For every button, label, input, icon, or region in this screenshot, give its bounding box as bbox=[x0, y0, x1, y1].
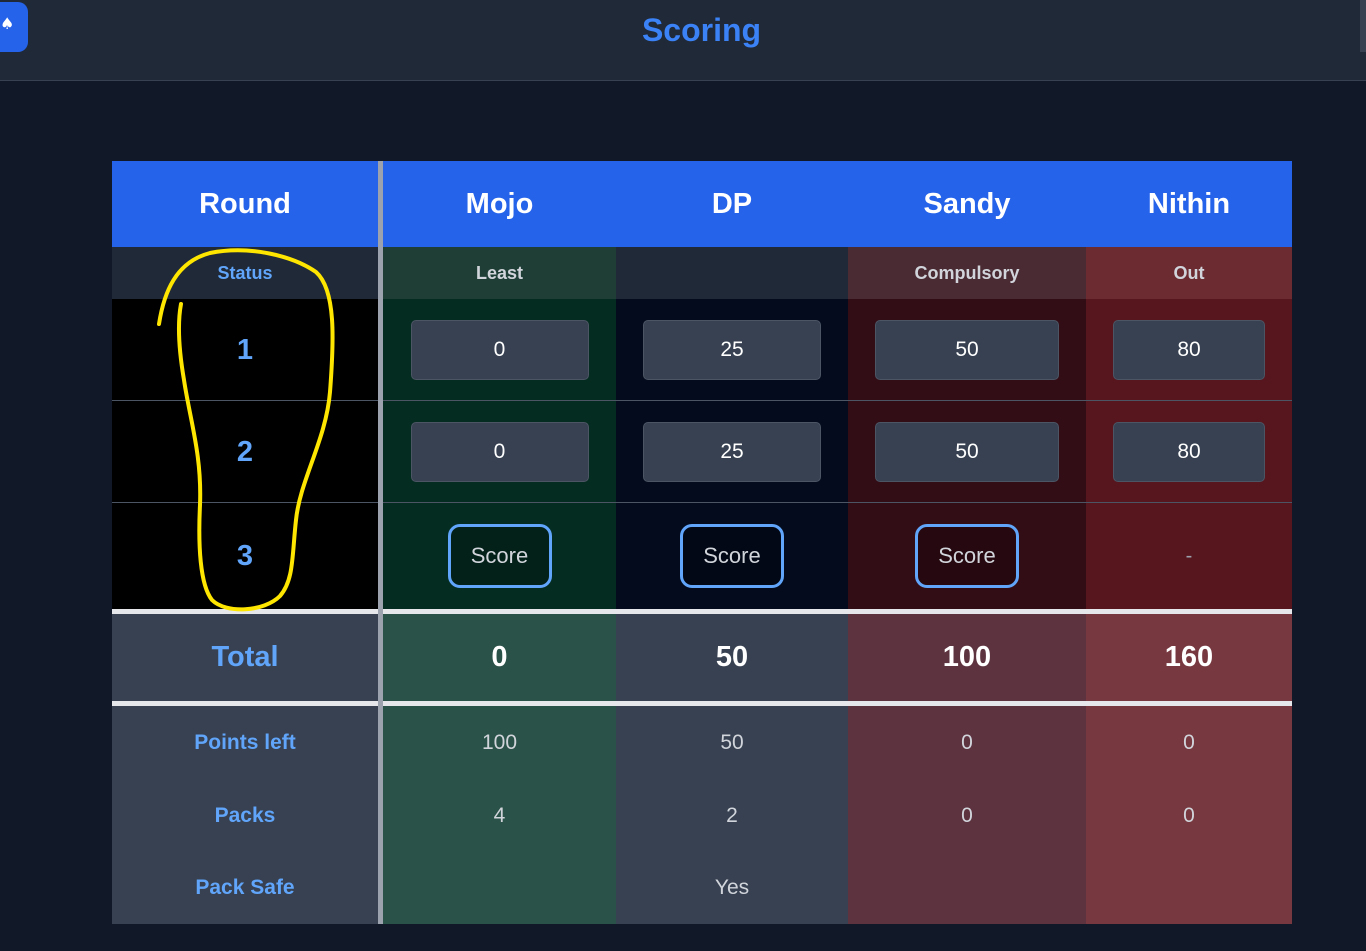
round-number: 1 bbox=[112, 299, 378, 401]
stats-separator bbox=[112, 701, 1292, 706]
scrollbar[interactable] bbox=[1360, 0, 1366, 52]
score-cell: 50 bbox=[848, 401, 1086, 503]
score-placeholder: - bbox=[1185, 544, 1193, 567]
score-cell: 80 bbox=[1086, 299, 1292, 401]
total-value: 0 bbox=[383, 614, 616, 701]
points-left-value: 50 bbox=[720, 730, 744, 754]
pack-safe-label: Pack Safe bbox=[195, 876, 295, 899]
score-input[interactable]: 25 bbox=[643, 320, 821, 380]
total-value: 160 bbox=[1086, 614, 1292, 701]
total-value: 50 bbox=[616, 614, 848, 701]
status-badge bbox=[616, 247, 848, 299]
status-badge: Out bbox=[1086, 247, 1292, 299]
status-badge: Compulsory bbox=[848, 247, 1086, 299]
packs-value: 4 bbox=[493, 803, 506, 827]
packs-value: 2 bbox=[726, 803, 738, 827]
row-divider bbox=[112, 502, 1292, 503]
score-input[interactable]: 0 bbox=[410, 422, 589, 482]
status-badge: Least bbox=[383, 247, 616, 299]
score-cell: 0 bbox=[383, 299, 616, 401]
total-row-label: Total bbox=[112, 614, 378, 701]
round-number: 2 bbox=[112, 401, 378, 503]
pack-safe-value bbox=[848, 852, 1086, 924]
total-separator bbox=[112, 609, 1292, 614]
score-input[interactable]: 25 bbox=[643, 422, 821, 482]
score-cell: 25 bbox=[616, 299, 848, 401]
player-header-sandy: Sandy bbox=[848, 161, 1086, 247]
score-cell: 80 bbox=[1086, 401, 1292, 503]
score-input[interactable]: 50 bbox=[875, 320, 1059, 380]
column-divider bbox=[378, 161, 383, 924]
score-cell: Score bbox=[848, 503, 1086, 609]
player-header-mojo: Mojo bbox=[383, 161, 616, 247]
score-cell: 25 bbox=[616, 401, 848, 503]
score-input[interactable]: 80 bbox=[1113, 320, 1265, 380]
row-divider bbox=[112, 400, 1292, 401]
pack-safe-value: Yes bbox=[714, 876, 750, 899]
score-input[interactable]: 80 bbox=[1113, 422, 1265, 482]
points-left-label: Points left bbox=[194, 730, 296, 754]
player-header-nithin: Nithin bbox=[1086, 161, 1292, 247]
round-column-header: Round bbox=[112, 161, 378, 247]
score-button[interactable]: Score bbox=[680, 524, 784, 588]
score-input[interactable]: 50 bbox=[875, 422, 1059, 482]
points-left-value: 0 bbox=[961, 730, 973, 754]
score-cell: 50 bbox=[848, 299, 1086, 401]
player-header-dp: DP bbox=[616, 161, 848, 247]
points-left-value: 100 bbox=[481, 730, 518, 754]
packs-value: 0 bbox=[1183, 803, 1195, 827]
status-row-label: Status bbox=[112, 247, 378, 299]
score-input[interactable]: 0 bbox=[410, 320, 589, 380]
scoring-table: Round Status 1 2 3 Total Points left Pac… bbox=[112, 161, 1292, 924]
score-button[interactable]: Score bbox=[915, 524, 1019, 588]
pack-safe-value bbox=[1086, 852, 1292, 924]
points-left-value: 0 bbox=[1183, 730, 1195, 754]
score-button[interactable]: Score bbox=[447, 524, 552, 588]
round-number: 3 bbox=[112, 503, 378, 609]
score-cell: 0 bbox=[383, 401, 616, 503]
top-bar: ♠ Scoring bbox=[0, 0, 1366, 81]
packs-label: Packs bbox=[214, 803, 276, 827]
score-cell: Score bbox=[383, 503, 616, 609]
total-value: 100 bbox=[848, 614, 1086, 701]
score-cell: Score bbox=[616, 503, 848, 609]
packs-value: 0 bbox=[961, 803, 973, 827]
page-title: Scoring bbox=[641, 12, 762, 48]
pack-safe-value bbox=[383, 852, 616, 924]
